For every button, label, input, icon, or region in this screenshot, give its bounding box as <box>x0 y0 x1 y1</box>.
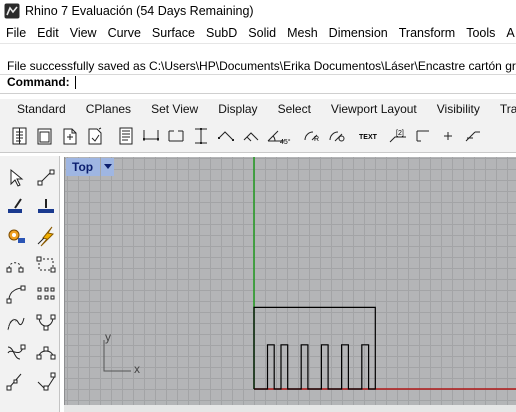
lightning-icon[interactable] <box>34 224 58 248</box>
point-cloud-icon[interactable] <box>34 166 58 190</box>
dimension-angle-icon[interactable]: 45° <box>264 123 298 149</box>
tab-set-view[interactable]: Set View <box>142 102 209 116</box>
viewport-title[interactable]: Top <box>66 158 115 176</box>
save-icon[interactable] <box>83 123 106 149</box>
dimension-rotated-icon[interactable] <box>214 123 237 149</box>
tab-select[interactable]: Select <box>269 102 322 116</box>
dimension-vertical-icon[interactable] <box>189 123 212 149</box>
menu-file[interactable]: File <box>0 26 31 40</box>
rhino-app-icon <box>4 3 20 19</box>
svg-text:R: R <box>314 136 319 143</box>
point-icon[interactable] <box>436 123 459 149</box>
menu-subd[interactable]: SubD <box>200 26 242 40</box>
print-icon[interactable] <box>114 123 137 149</box>
command-prompt: Command: <box>7 75 70 89</box>
tab-display[interactable]: Display <box>209 102 268 116</box>
title-bar: Rhino 7 Evaluación (54 Days Remaining) <box>0 0 516 22</box>
menu-surface[interactable]: Surface <box>146 26 200 40</box>
gear-settings-icon[interactable] <box>4 224 28 248</box>
menu-analyze[interactable]: A <box>500 26 516 40</box>
tab-transform[interactable]: Tran <box>491 102 516 116</box>
analyze-direction-icon[interactable] <box>4 195 28 219</box>
tab-cplanes[interactable]: CPlanes <box>77 102 142 116</box>
menu-bar: File Edit View Curve Surface SubD Solid Mesh Dim… <box>0 22 516 43</box>
menu-solid[interactable]: Solid <box>242 26 281 40</box>
text-icon[interactable]: TEXT <box>356 123 384 149</box>
tab-viewport-layout[interactable]: Viewport Layout <box>322 102 428 116</box>
command-area: File successfully saved as C:\Users\HP\D… <box>0 43 516 94</box>
dimension-aligned-icon[interactable] <box>164 123 187 149</box>
leader-label: [2] <box>396 130 404 137</box>
polyline-icon[interactable] <box>4 340 28 364</box>
menu-edit[interactable]: Edit <box>31 26 64 40</box>
dimension-ordinate-icon[interactable] <box>239 123 262 149</box>
command-input-caret[interactable] <box>74 75 76 89</box>
new-file-icon[interactable] <box>8 123 31 149</box>
interpolate-curve-icon[interactable] <box>4 311 28 335</box>
menu-dimension[interactable]: Dimension <box>323 26 393 40</box>
arrow-icon[interactable] <box>461 123 484 149</box>
tab-visibility[interactable]: Visibility <box>428 102 491 116</box>
window-title: Rhino 7 Evaluación (54 Days Remaining) <box>25 4 254 18</box>
analyze-normal-icon[interactable] <box>34 195 58 219</box>
menu-transform[interactable]: Transform <box>393 26 461 40</box>
standard-toolbar: 45° R TEXT [2] <box>0 119 516 153</box>
curve-from-object-icon[interactable] <box>4 253 28 277</box>
menu-view[interactable]: View <box>64 26 102 40</box>
menu-curve[interactable]: Curve <box>102 26 146 40</box>
dimension-radius-icon[interactable]: R <box>300 123 323 149</box>
line-icon[interactable] <box>4 369 28 393</box>
encastre-outline-curve[interactable] <box>253 306 376 390</box>
curve-tangent-icon[interactable] <box>34 369 58 393</box>
menu-mesh[interactable]: Mesh <box>281 26 323 40</box>
command-line[interactable]: Command: <box>7 75 76 89</box>
hatch-icon[interactable] <box>411 123 434 149</box>
axis-x-label: x <box>134 362 140 376</box>
command-history: File successfully saved as C:\Users\HP\D… <box>7 59 516 73</box>
toolbar-tabs: Standard CPlanes Set View Display Select View… <box>0 99 516 119</box>
command-separator <box>0 74 516 75</box>
open-file-icon[interactable] <box>58 123 81 149</box>
rectangle-dashed-icon[interactable] <box>34 253 58 277</box>
curve-blend-icon[interactable] <box>34 340 58 364</box>
leader-icon[interactable]: [2] <box>386 123 409 149</box>
tab-standard[interactable]: Standard <box>0 102 77 116</box>
menu-tools[interactable]: Tools <box>460 26 500 40</box>
text-label: TEXT <box>359 134 378 141</box>
dimension-diameter-icon[interactable] <box>325 123 348 149</box>
arc-curve-icon[interactable] <box>4 282 28 306</box>
left-tool-palette <box>0 156 60 412</box>
world-axes-gizmo: y x <box>103 330 140 376</box>
angle-label: 45° <box>280 138 291 146</box>
new-template-icon[interactable] <box>33 123 56 149</box>
select-arrow-icon[interactable] <box>4 166 28 190</box>
viewport-canvas[interactable]: y x <box>65 157 516 405</box>
dimension-linear-icon[interactable] <box>139 123 162 149</box>
top-viewport[interactable]: Top y x <box>64 157 516 405</box>
chevron-down-icon[interactable] <box>101 158 115 176</box>
control-points-icon[interactable] <box>34 282 58 306</box>
viewport-name[interactable]: Top <box>66 158 101 176</box>
axis-y-label: y <box>105 330 111 344</box>
curve-sketch-icon[interactable] <box>34 311 58 335</box>
viewport-bottom-strip <box>64 405 516 412</box>
